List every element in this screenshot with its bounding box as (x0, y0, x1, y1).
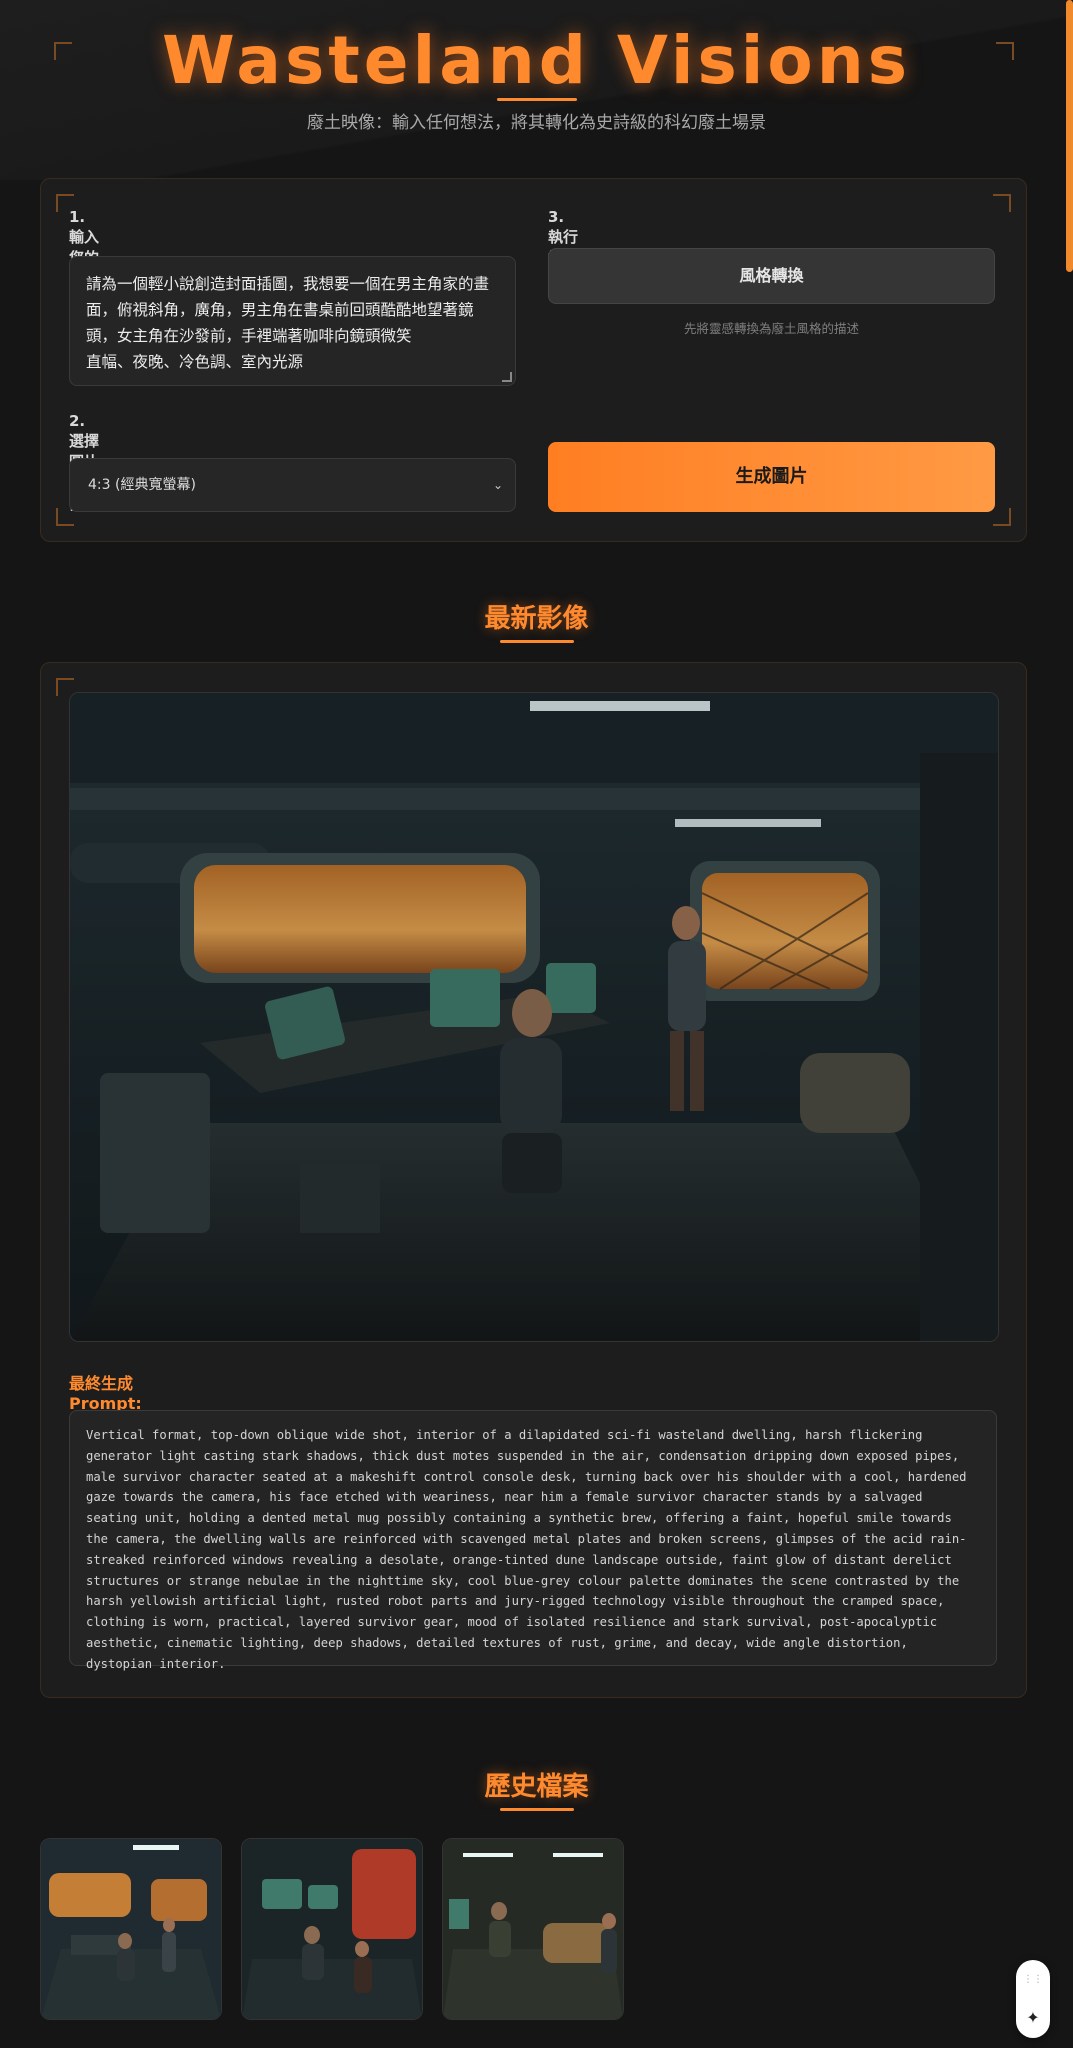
corner-decoration (993, 508, 1011, 526)
thumbnail-image (242, 1839, 422, 2019)
thumbnail-image (41, 1839, 221, 2019)
section-underline (500, 1808, 574, 1811)
prompt-label: 最終生成 Prompt: (69, 1374, 142, 1413)
header: Wasteland Visions 廢土映像：輸入任何想法，將其轉化為史詩級的科… (0, 0, 1073, 140)
history-thumb-2[interactable] (241, 1838, 423, 2020)
ratio-selected-value: 4:3 (經典寬螢幕) (88, 477, 196, 493)
thumbnail-image (443, 1839, 623, 2019)
history-thumb-1[interactable] (40, 1838, 222, 2020)
prompt-text: Vertical format, top-down oblique wide s… (86, 1428, 967, 1671)
drag-handle-icon[interactable]: ⋮⋮ (1016, 1974, 1050, 1985)
history-thumb-3[interactable] (442, 1838, 624, 2020)
inspiration-textarea[interactable]: 請為一個輕小說創造封面插圖，我想要一個在男主角家的畫面，俯視斜角，廣角，男主角在… (69, 256, 516, 386)
chevron-down-icon: ⌄ (492, 478, 503, 492)
page-scrollbar[interactable] (1066, 0, 1073, 272)
sparkle-icon: ✦ (1026, 2008, 1040, 2027)
latest-generated-image[interactable] (69, 692, 999, 1342)
corner-decoration (56, 678, 74, 696)
page-subtitle: 廢土映像：輸入任何想法，將其轉化為史詩級的科幻廢土場景 (307, 113, 766, 133)
generate-image-button[interactable]: 生成圖片 (548, 442, 995, 512)
inspiration-text: 請為一個輕小說創造封面插圖，我想要一個在男主角家的畫面，俯視斜角，廣角，男主角在… (86, 275, 490, 371)
style-transform-button[interactable]: 風格轉換 (548, 248, 995, 304)
floating-assistant-button[interactable]: ⋮⋮ ✦ (1016, 1960, 1050, 2038)
page-title: Wasteland Visions (161, 22, 911, 99)
section-underline (500, 640, 574, 643)
corner-decoration (993, 194, 1011, 212)
latest-section-title: 最新影像 (484, 604, 589, 634)
prompt-textbox[interactable]: Vertical format, top-down oblique wide s… (69, 1410, 997, 1671)
history-section-title: 歷史檔案 (484, 1772, 589, 1802)
resize-handle-icon[interactable] (502, 372, 512, 382)
title-underline (497, 98, 577, 101)
style-hint: 先將靈感轉換為廢土風格的描述 (683, 321, 859, 336)
ratio-select[interactable]: 4:3 (經典寬螢幕) ⌄ (69, 458, 516, 512)
scene-illustration (70, 693, 998, 1341)
